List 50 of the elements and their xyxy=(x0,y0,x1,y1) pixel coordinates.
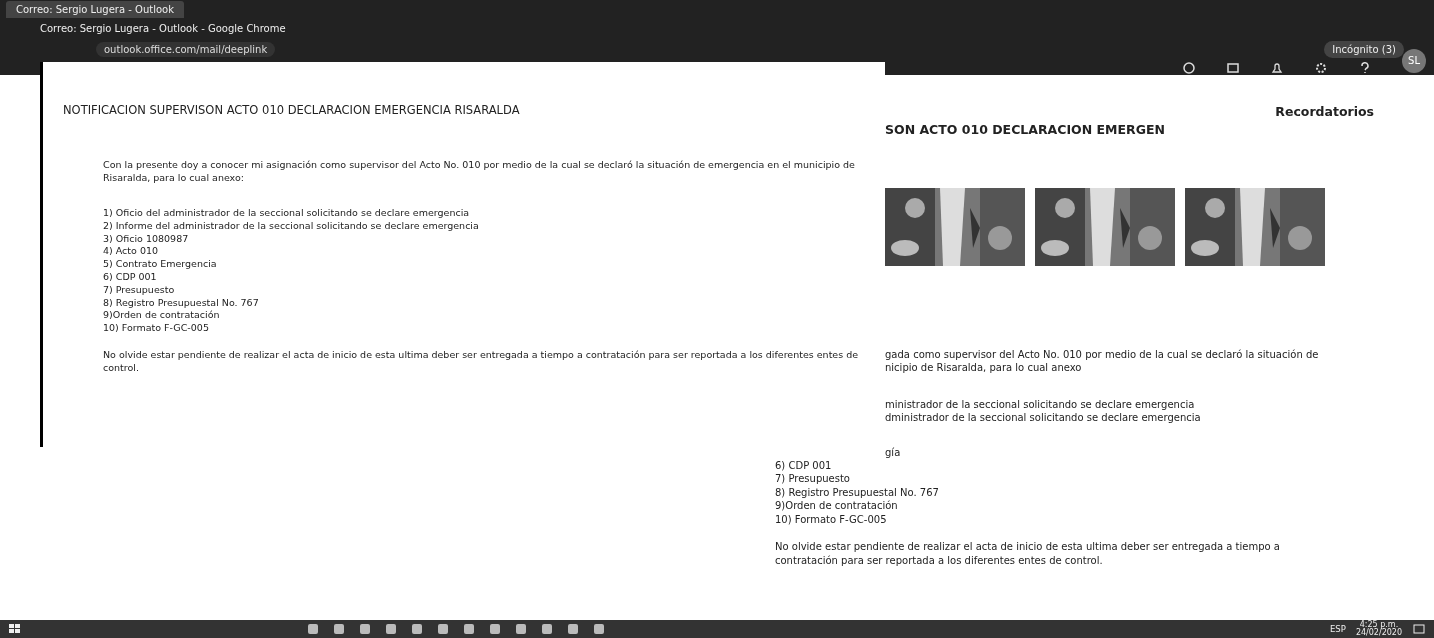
address-bar[interactable]: outlook.office.com/mail/deeplink xyxy=(96,41,276,57)
attachment-line: 9)Orden de contratación xyxy=(103,309,221,323)
attachment-line: 6) CDP 001 xyxy=(775,458,833,473)
app-icon[interactable] xyxy=(410,623,424,635)
clock-time: 4:25 p.m. xyxy=(1359,621,1399,629)
browser-tab[interactable]: Correo: Sergio Lugera - Outlook xyxy=(6,0,184,18)
text-line: dministrador de la seccional solicitando se declare emergencia xyxy=(885,410,1202,424)
text-line: gada como supervisor del Acto No. 010 por medio de la cual se declaró la situación de xyxy=(885,347,1320,361)
attachment-line: 4) Acto 010 xyxy=(103,245,159,259)
attachment-line: 1) Oficio del administrador de la seccional solicitando se declare emergencia xyxy=(103,206,471,220)
app-icon[interactable] xyxy=(358,623,372,635)
help-icon[interactable] xyxy=(1358,60,1372,75)
reminders-title: Recordatorios xyxy=(1275,103,1374,121)
closing-paragraph: No olvide estar pendiente de realizar el acta de inicio de esta ultima deber ser entregada a tiempo a contratación para ser reportada a los diferentes entes de control. xyxy=(103,349,860,375)
app-icon[interactable] xyxy=(462,623,476,635)
attachment-line: 7) Presupuesto xyxy=(775,472,851,486)
start-icon[interactable] xyxy=(8,623,22,635)
app-icon[interactable] xyxy=(384,623,398,635)
attachment-line: 7) Presupuesto xyxy=(103,283,176,297)
app-icon[interactable] xyxy=(514,623,528,635)
attachment-line: 9)Orden de contratación xyxy=(775,499,899,513)
profile-button[interactable]: Incógnito (3) xyxy=(1324,40,1404,58)
notification-icon[interactable] xyxy=(1412,623,1426,635)
email-subject: NOTIFICACION SUPERVISON ACTO 010 DECLARACION EMERGENCIA RISARALDA xyxy=(63,102,521,119)
app-icon[interactable] xyxy=(306,623,320,635)
text-line: gía xyxy=(885,445,902,459)
clock-date: 24/02/2020 xyxy=(1355,629,1402,637)
closing-paragraph: No olvide estar pendiente de realizar el acta de inicio de esta ultima deber ser entregada a tiempo a contratación para ser reportada a los diferentes entes de control. xyxy=(775,540,1281,568)
app-icon[interactable] xyxy=(436,623,450,635)
attachment-line: 2) Informe del administrador de la seccional solicitando se declare emergencia xyxy=(103,219,480,233)
attachment-line: 6) CDP 001 xyxy=(103,270,158,284)
app-icon[interactable] xyxy=(540,623,554,635)
window-title: Correo: Sergio Lugera - Outlook - Google Chrome xyxy=(40,21,286,36)
bell-icon[interactable] xyxy=(1270,60,1284,75)
app-icon[interactable] xyxy=(488,623,502,635)
attachment-line: 10) Formato F-GC-005 xyxy=(103,322,210,335)
attachment-line: 5) Contrato Emergencia xyxy=(103,258,218,271)
intro-paragraph: Con la presente doy a conocer mi asignación como supervisor del Acto No. 010 por medio de la cual se declaró la situación de emergencia en el municipio de Risaralda, para lo cual anexo: xyxy=(103,159,856,185)
text-line: nicipio de Risaralda, para lo cual anexo xyxy=(885,360,1083,374)
app-icon[interactable] xyxy=(566,623,580,635)
avatar[interactable]: SL xyxy=(1402,48,1426,73)
attachment-line: 8) Registro Presupuestal No. 767 xyxy=(103,296,260,310)
text-line: ministrador de la seccional solicitando se declare emergencia xyxy=(885,397,1196,411)
app-icon[interactable] xyxy=(332,623,346,635)
attachment-line: 8) Registro Presupuestal No. 767 xyxy=(775,485,940,500)
email-subject: SON ACTO 010 DECLARACION EMERGEN xyxy=(885,121,1165,139)
attachment-line: 3) Oficio 1080987 xyxy=(103,232,190,246)
app-icon[interactable] xyxy=(592,623,606,635)
attachment-line: 10) Formato F-GC-005 xyxy=(775,512,888,527)
language-indicator[interactable]: ESP xyxy=(1330,622,1346,636)
